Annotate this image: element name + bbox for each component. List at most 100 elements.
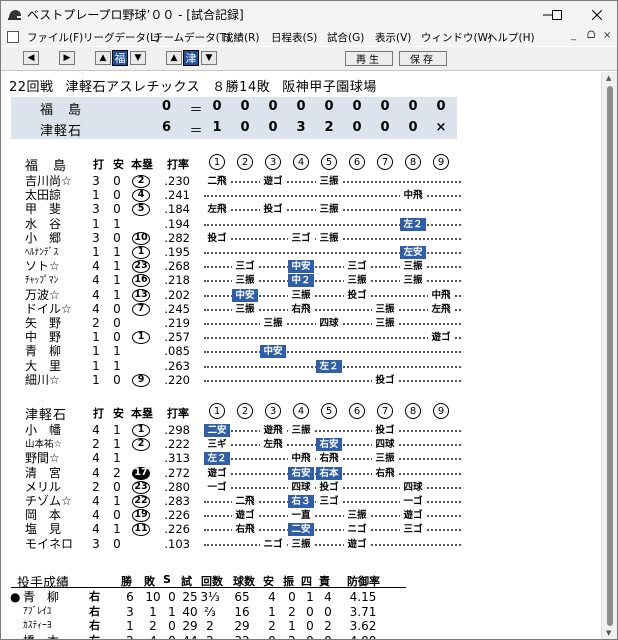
vertical-scrollbar[interactable]: ▲ ▼ xyxy=(601,72,617,639)
mdi-minimize-button[interactable]: _ xyxy=(571,30,576,41)
batter-row[interactable]: チゾム☆ 4 1 22 .283 二飛 右３ 三ゴ 一ゴ xyxy=(1,495,601,508)
menu-window[interactable]: ウィンドウ(W) xyxy=(421,30,492,45)
batter-row[interactable]: モイネロ 3 0 .103 ニゴ 三振 遊ゴ xyxy=(1,537,601,551)
close-button[interactable] xyxy=(577,1,617,29)
play-button[interactable]: 再生 xyxy=(345,51,393,66)
next-game-button[interactable]: ▶ xyxy=(59,51,75,65)
document-icon[interactable] xyxy=(7,31,19,43)
maximize-icon xyxy=(552,10,562,20)
pitcher-stat-g: 40 xyxy=(182,604,198,619)
team-right-up-button[interactable]: ▲ xyxy=(166,51,182,65)
plate-appearance-result: 投ゴ xyxy=(372,373,398,387)
col-header-ab: 打 xyxy=(93,158,104,171)
batter-average: .280 xyxy=(164,479,190,494)
batter-at-bats: 1 xyxy=(92,344,100,359)
pitcher-row[interactable]: 橋 本右2404423202004.00 xyxy=(1,634,601,640)
batter-row[interactable]: 万波☆ 4 1 13 .202 中安 三振 投ゴ 中飛 xyxy=(1,287,601,302)
pitcher-row[interactable]: ｱﾌﾞﾚｲﾕ右 3 1 1 40 ⅔ 16 1 2 0 0 3.71 xyxy=(1,605,601,619)
batter-row[interactable]: 小 幡 4 1 1.298 二安 遊飛 三振 投ゴ xyxy=(1,424,601,437)
team-right-label: 津 xyxy=(183,50,199,66)
menu-schedule[interactable]: 日程表(S) xyxy=(271,30,317,45)
team-left-down-button[interactable]: ▼ xyxy=(130,51,146,65)
batter-home-runs: 22 xyxy=(132,495,150,508)
batter-row[interactable]: 太田諒 1 0 4 .241 中飛 xyxy=(1,188,601,203)
menu-help[interactable]: ヘルプ(H) xyxy=(487,30,535,45)
batter-average: .184 xyxy=(164,202,190,217)
menu-team-data[interactable]: チームデータ(T) xyxy=(153,30,230,45)
toolbar: ◀ ▶ ▲ 福 ▼ ▲ 津 ▼ 再生 保存 xyxy=(1,47,617,71)
batter-row[interactable]: メリル 2 0 23.280 一ゴ 四球 投ゴ 四球 xyxy=(1,479,601,494)
game-number: 22回戦 xyxy=(9,80,54,95)
mdi-close-button[interactable]: × xyxy=(603,30,611,41)
arrow-down-icon: ▼ xyxy=(134,52,142,63)
batter-row[interactable]: 岡 本 4 0 19 .226 遊ゴ 一直 三振 遊ゴ xyxy=(1,509,601,523)
batter-row[interactable]: 山本祐☆ 2 1 2 .222 三ギ 左飛 右安 四球 xyxy=(1,438,601,452)
mdi-restore-button[interactable]: ᗝ xyxy=(587,30,595,41)
plate-appearance-result: ニゴ xyxy=(260,537,286,551)
team-left-up-button[interactable]: ▲ xyxy=(95,51,111,65)
scrollbar-thumb[interactable] xyxy=(607,86,613,626)
scoreboard-inning-runs: 0 xyxy=(408,99,418,114)
plate-appearance-result: 三振 xyxy=(344,274,370,288)
batter-row[interactable]: 水 谷 1 1 .194 左２ xyxy=(1,217,601,231)
plate-appearance-result: 三ゴ xyxy=(344,260,370,274)
pitcher-stat-h: 0 xyxy=(261,634,283,640)
batter-row[interactable]: ﾍﾙﾅﾝﾃﾞｽ 1 1 1.195 左安 xyxy=(1,246,601,259)
batter-row[interactable]: 小 郷 3 0 10 .282 投ゴ 三ゴ 三振 xyxy=(1,230,601,245)
scroll-up-icon[interactable]: ▲ xyxy=(606,74,611,82)
batter-row[interactable]: ﾁｬｯﾌﾟﾏﾝ 4 1 16 .218 三振 中２ 三振 三振 xyxy=(1,274,601,288)
batter-row[interactable]: 塩 見 4 1 11.226 右飛 二安 ニゴ 三ゴ xyxy=(1,523,601,537)
prev-game-button[interactable]: ◀ xyxy=(23,51,39,65)
batter-hits: 1 xyxy=(113,259,121,274)
plate-appearance-result: 三振 xyxy=(372,302,398,316)
col-header-hr: 本塁 xyxy=(131,158,153,171)
batter-row[interactable]: 甲 斐 3 0 5 .184 左飛 投ゴ 三振 xyxy=(1,202,601,217)
batting-team-name: 福 島 xyxy=(25,159,68,174)
plate-appearance-result: 右安 xyxy=(316,438,342,452)
batter-row[interactable]: 吉川尚☆ 3 0 2 .230 二飛 遊ゴ 三振 xyxy=(1,175,601,188)
scoreboard-team-name: 津軽石 xyxy=(39,124,82,139)
batter-row[interactable]: ソト☆ 4 1 23 .268 三ゴ 中安 三ゴ 三振 xyxy=(1,259,601,274)
team-right-down-button[interactable]: ▼ xyxy=(201,51,217,65)
maximize-button[interactable] xyxy=(537,1,577,29)
menu-stats[interactable]: 成績(R) xyxy=(223,30,260,45)
batter-average: .268 xyxy=(164,259,190,274)
inning-number-badge: 9 xyxy=(433,403,449,419)
pitcher-row[interactable]: ● 青 柳右 6 10 0 25 3⅓ 65 4 0 1 4 4.15 xyxy=(1,590,601,604)
plate-appearance-result: 投ゴ xyxy=(204,231,230,245)
batter-row[interactable]: 清 宮 4 2 17 .272 遊ゴ 右安 右本 右飛 xyxy=(1,466,601,480)
batter-hits: 1 xyxy=(113,358,121,373)
batter-row[interactable]: ドイル☆ 4 0 7 .245 三振 右飛 三振 左飛 xyxy=(1,301,601,316)
batter-at-bats: 3 xyxy=(92,230,100,245)
plate-appearance-result: 三振 xyxy=(288,288,314,302)
batter-row[interactable]: 矢 野 2 0 .219 三振 四球 三振 xyxy=(1,317,601,330)
save-button[interactable]: 保存 xyxy=(399,51,447,66)
batter-row[interactable]: 青 柳 1 1 .085 中安 xyxy=(1,344,601,359)
pitcher-hand: 右 xyxy=(89,604,100,618)
batter-hits: 0 xyxy=(113,301,121,316)
menu-view[interactable]: 表示(V) xyxy=(375,30,411,45)
menu-file[interactable]: ファイル(F) xyxy=(27,30,83,45)
batter-name: 中 野 xyxy=(25,330,62,345)
batter-row[interactable]: 中 野 1 0 1 .257 遊ゴ xyxy=(1,330,601,345)
scroll-down-icon[interactable]: ▼ xyxy=(606,629,611,637)
close-icon xyxy=(592,10,602,20)
pitcher-stat-h: 1 xyxy=(268,604,276,619)
scoreboard-row: 津軽石 6 ＝ 1 0 0 3 2 0 0 0 × xyxy=(11,120,457,140)
menu-game[interactable]: 試合(G) xyxy=(327,30,364,45)
batter-row[interactable]: 野間☆ 4 1 .313 左２ 中飛 右飛 三振 xyxy=(1,452,601,466)
pitching-col-header: 安 xyxy=(263,575,274,588)
plate-appearance-result: 中安 xyxy=(260,345,286,359)
batter-row[interactable]: 細川☆ 1 0 9 .220 投ゴ xyxy=(1,373,601,387)
scoreboard-inning-runs: 0 xyxy=(240,120,250,135)
pitching-col-header: 防御率 xyxy=(347,575,380,588)
pitcher-row[interactable]: ｶｽﾃｨｰﾖ右 1 2 0 29 2 29 2 1 0 2 3.62 xyxy=(1,619,601,633)
batter-at-bats: 1 xyxy=(92,188,100,203)
plate-appearance-result: 三振 xyxy=(260,317,286,330)
pitcher-stat-era: 4.15 xyxy=(349,590,377,604)
pitching-title: 投手成績 xyxy=(17,576,70,591)
plate-appearance-result: 投ゴ xyxy=(372,424,398,437)
batter-row[interactable]: 大 里 1 1 .263 左２ xyxy=(1,358,601,373)
menu-league-data[interactable]: リーグデータ(L) xyxy=(83,30,160,45)
batter-average: .202 xyxy=(164,287,190,302)
